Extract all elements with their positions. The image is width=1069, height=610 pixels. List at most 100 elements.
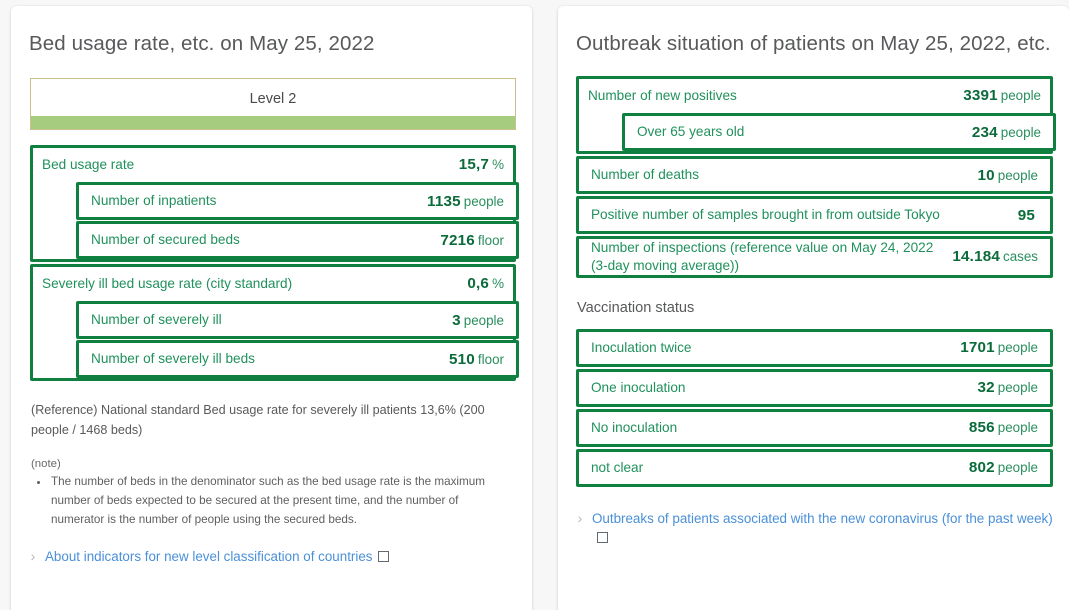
metric-unit: people [463,193,504,209]
dashboard-page: Bed usage rate, etc. on May 25, 2022 Lev… [0,0,1069,610]
link-row-level-classification[interactable]: › About indicators for new level classif… [27,547,512,567]
metric-number: 3391 [963,87,998,104]
metric-label: Over 65 years old [636,124,745,140]
metric-number: 1701 [960,339,995,357]
metric-row-parent: Number of new positives 3391 people [578,79,1050,112]
metric-row-not-clear: not clear 802 people [575,448,1053,487]
metric-number: 10 [977,166,995,184]
level-indicator: Level 2 [30,78,516,130]
metric-value: 95 [1018,207,1038,224]
metric-value: 3 people [452,312,504,329]
metric-unit: people [1000,88,1041,103]
metric-label: Inoculation twice [590,339,692,355]
metric-number: 1135 [427,192,461,210]
metric-value: 802 people [969,459,1038,476]
link-outbreaks-past-week[interactable]: Outbreaks of patients associated with th… [592,511,1053,526]
chevron-right-icon: › [30,547,36,564]
metric-unit: people [997,340,1038,356]
metric-unit: cases [1003,249,1038,265]
metric-value: 1701 people [960,339,1038,356]
metric-group-new-positives: Number of new positives 3391 people Over … [575,76,1056,154]
metric-number: 7216 [440,231,475,249]
metric-row-over-65: Over 65 years old 234 people [621,113,1056,151]
metric-number: 856 [968,419,995,437]
external-link-icon [377,550,389,562]
metric-value: 10 people [977,167,1038,184]
metric-number: 0,6 [467,275,490,292]
link-row-outbreaks[interactable]: › Outbreaks of patients associated with … [574,509,1053,547]
metric-number: 32 [977,379,995,397]
metric-row-parent: Bed usage rate 15,7% [33,148,513,181]
metric-value: 0,6% [467,275,504,292]
metric-row-parent: Severely ill bed usage rate (city standa… [33,267,513,300]
metric-label: Number of inspections (reference value o… [590,240,934,273]
metric-row-deaths: Number of deaths 10 people [575,156,1053,194]
metric-row-inpatients: Number of inpatients 1135 people [76,182,519,220]
link-about-level-indicators[interactable]: About indicators for new level classific… [45,549,373,564]
page-title-right: Outbreak situation of patients on May 25… [575,32,1051,55]
metric-label: Number of inpatients [91,193,217,209]
metric-label: No inoculation [590,419,678,435]
metric-number: 802 [968,459,995,477]
metric-unit: people [997,167,1038,183]
metric-number: 3 [452,311,461,329]
bed-metrics-list: Bed usage rate 15,7% Number of inpatient… [30,145,519,381]
note-heading: (note) [31,457,61,470]
vaccination-status-heading: Vaccination status [576,299,695,316]
bed-usage-card: Bed usage rate, etc. on May 25, 2022 Lev… [11,6,532,610]
list-item: The number of beds in the denominator su… [49,473,512,530]
metric-group-severely-ill-rate: Severely ill bed usage rate (city standa… [30,264,519,381]
metric-unit: people [997,420,1038,436]
metric-children: Number of severely ill 3 people Number of… [76,301,519,378]
metric-unit: people [1000,124,1041,140]
metric-value: 234 people [972,124,1041,141]
metric-value: 510 floor [449,351,504,368]
metric-unit: floor [477,232,504,248]
outbreak-situation-card: Outbreak situation of patients on May 25… [557,6,1069,610]
metric-row-inoculation-twice: Inoculation twice 1701 people [575,328,1053,367]
metric-value: 7216 floor [440,232,504,249]
level-label: Level 2 [249,91,297,107]
metric-label: Number of new positives [587,87,737,103]
metric-value: 1135 people [427,193,504,210]
metric-group-bed-usage-rate: Bed usage rate 15,7% Number of inpatient… [30,145,519,262]
level-bar [31,116,515,129]
metric-value: 856 people [969,419,1038,436]
metric-unit: people [997,380,1038,396]
metric-row-one-inoculation: One inoculation 32 people [575,368,1053,407]
metric-unit: people [997,460,1038,476]
metric-unit: people [463,312,504,328]
note-list: The number of beds in the denominator su… [49,473,512,530]
metric-label: Severely ill bed usage rate (city standa… [42,275,293,291]
metric-label: Number of severely ill beds [91,351,255,367]
metric-unit: floor [477,351,504,367]
chevron-right-icon: › [577,509,583,526]
metric-number: 510 [448,350,475,368]
reference-text: (Reference) National standard Bed usage … [31,403,485,438]
metric-number: 15,7 [458,156,490,173]
metric-children: Number of inpatients 1135 people Number o… [76,182,519,259]
metric-row-secured-beds: Number of secured beds 7216 floor [76,221,519,259]
metric-row-no-inoculation: No inoculation 856 people [575,408,1053,447]
metric-label: Bed usage rate [42,156,135,172]
metric-number: 14.184 [952,248,1001,266]
metric-value: 32 people [977,379,1038,396]
metric-unit: % [492,276,504,291]
metric-label: Number of secured beds [91,232,240,248]
metric-label: Positive number of samples brought in fr… [590,207,940,223]
metric-value: 15,7% [459,156,504,173]
metric-number: 234 [971,123,998,141]
metric-row-outside-tokyo: Positive number of samples brought in fr… [575,196,1053,234]
metric-children: Over 65 years old 234 people [621,113,1056,151]
page-title-left: Bed usage rate, etc. on May 25, 2022 [29,32,375,55]
metric-label: not clear [590,459,644,475]
external-link-icon [596,531,608,543]
outbreak-metrics-list: Number of new positives 3391 people Over … [575,76,1056,278]
metric-label: Number of severely ill [91,312,222,328]
vaccination-metrics-list: Inoculation twice 1701 people One inocula… [575,328,1053,487]
metric-row-inspections: Number of inspections (reference value o… [575,236,1053,278]
metric-label: Number of deaths [590,167,700,183]
metric-value: 3391 people [963,87,1041,104]
metric-label: One inoculation [590,379,686,395]
metric-unit: % [492,157,504,172]
